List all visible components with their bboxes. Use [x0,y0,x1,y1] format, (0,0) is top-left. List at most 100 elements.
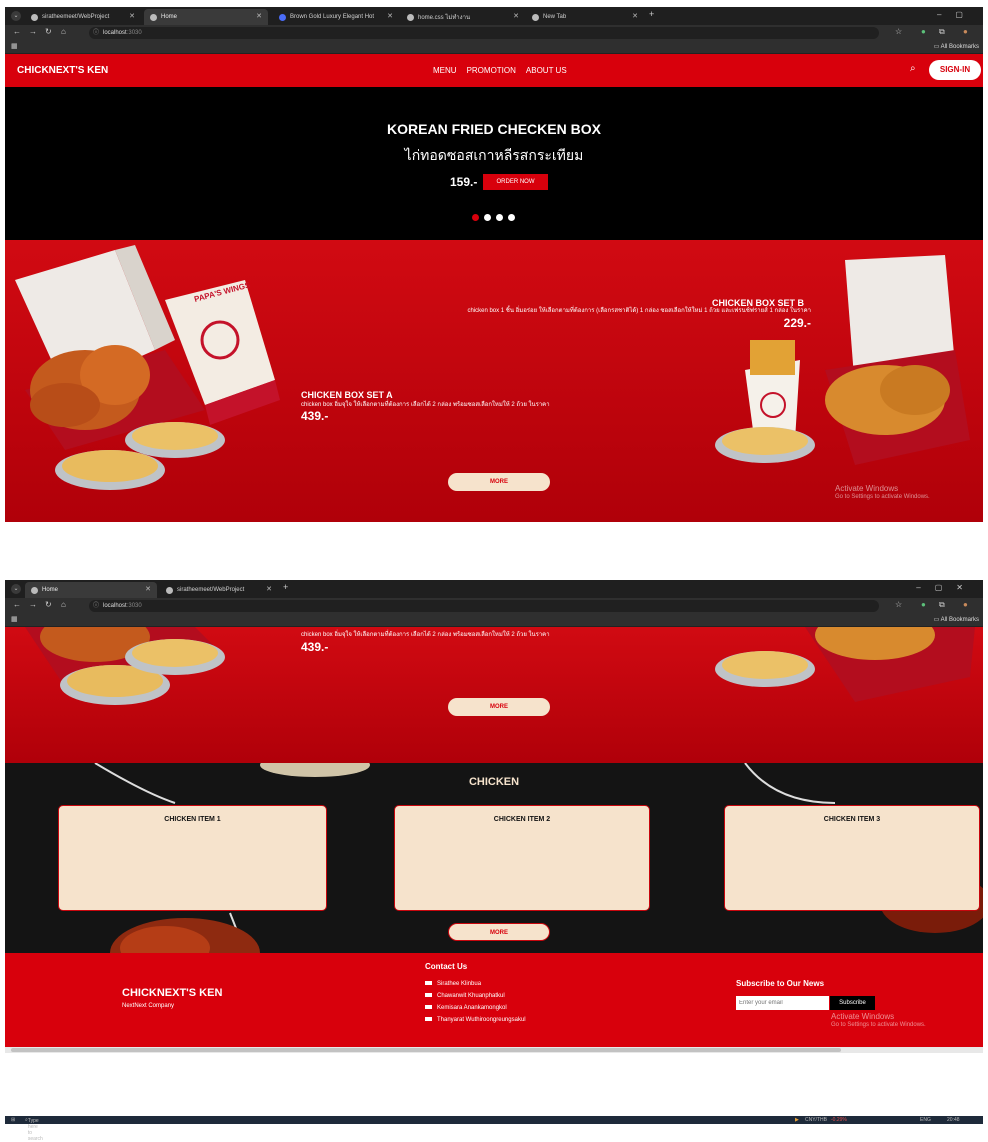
set-b-desc: chicken box 1 ชิ้น อิ่มอร่อย ให้เลือกตาม… [361,308,811,331]
clock[interactable]: 20:48 [947,1117,960,1123]
window-controls[interactable]: –▢ [937,10,977,19]
url-bar[interactable]: ⓘ localhost:3030 [89,600,879,612]
chicken-item-card-1[interactable]: CHICKEN ITEM 1 [58,805,327,911]
ticker-change: -0.29% [831,1117,847,1123]
contact-item: Kemisara Anankamongkol [425,1002,526,1014]
set-a-price: 439.- [301,639,329,654]
set-a-block: chicken box อิ่มจุใจ ให้เลือกตามที่ต้องก… [301,632,661,655]
window-controls[interactable]: –▢✕ [916,583,977,592]
promo-more-button[interactable]: MORE [448,473,550,491]
profile-avatar-icon[interactable]: ● [963,27,968,36]
star-icon[interactable]: ☆ [895,600,902,609]
close-icon[interactable]: ✕ [632,12,638,20]
set-a-desc: chicken box อิ่มจุใจ ให้เลือกตามที่ต้องก… [301,401,550,408]
carousel-dot[interactable] [484,214,491,221]
carousel-dot[interactable] [496,214,503,221]
tab-newtab[interactable]: New Tab ✕ [526,9,644,25]
tab-strip: ⌄ Home ✕ siratheemeet/WebProject ✕ + –▢✕ [5,580,983,598]
chicken-item-card-3[interactable]: CHICKEN ITEM 3 [724,805,980,911]
reload-icon[interactable]: ↻ [45,27,52,36]
ticker-label: CNY/THB [805,1117,827,1123]
forward-icon[interactable]: → [29,27,37,36]
new-tab-icon[interactable]: + [649,9,654,19]
site-info-icon[interactable]: ⓘ [93,600,99,612]
close-icon[interactable]: ✕ [145,585,151,593]
menu-item-menu[interactable]: MENU [433,66,457,75]
site-brand[interactable]: CHICKNEXT'S KEN [17,65,108,76]
close-icon[interactable]: ✕ [266,585,272,593]
hero-banner: KOREAN FRIED CHECKEN BOX ไก่ทอดซอสเกาหลี… [5,87,983,240]
forward-icon[interactable]: → [29,600,37,609]
chicken-box-set-b-image [715,255,970,465]
promo-section-scrolled: chicken box อิ่มจุใจ ให้เลือกตามที่ต้องก… [5,627,983,763]
tab-home[interactable]: Home ✕ [25,582,157,598]
home-icon[interactable]: ⌂ [61,600,66,609]
search-icon[interactable]: ⌕ [910,63,916,74]
apps-grid-icon[interactable]: ▦ [11,615,18,623]
site-footer: CHICKNEXT'S KEN NextNext Company Contact… [5,953,983,1053]
tab-canva[interactable]: Brown Gold Luxury Elegant Hot ✕ [273,9,399,25]
profile-avatar-icon[interactable]: ● [963,600,968,609]
tab-strip: ⌄ siratheemeet/WebProject ✕ Home ✕ Brown… [5,7,983,25]
chrome-icon [532,13,539,21]
tab-homecss[interactable]: home.css ไม่ทำงาน ✕ [401,9,525,25]
newsletter-email-input[interactable] [736,996,829,1010]
extensions-puzzle-icon[interactable]: ⧉ [939,600,945,610]
order-now-button[interactable]: ORDER NOW [483,174,548,190]
globe-icon [31,586,38,594]
extensions-puzzle-icon[interactable]: ⧉ [939,27,945,37]
page-icon [407,13,414,21]
back-icon[interactable]: ← [13,600,21,609]
carousel-dot[interactable] [472,214,479,221]
bookmarks-bar: ▦ ▭ All Bookmarks [5,41,983,54]
new-tab-icon[interactable]: + [283,582,288,592]
chicken-box-set-a-image: PAPA'S WINGS [15,245,280,490]
contact-item: Sirathee Klinbua [425,978,526,990]
language-indicator[interactable]: ENG [920,1117,931,1123]
menu-item-about[interactable]: ABOUT US [526,66,567,75]
back-icon[interactable]: ← [13,27,21,36]
tab-search-icon[interactable]: ⌄ [11,11,21,21]
subscribe-button[interactable]: Subscribe [830,996,875,1010]
extension-icon[interactable]: ● [921,27,926,36]
reload-icon[interactable]: ↻ [45,600,52,609]
newsletter-title: Subscribe to Our News [736,979,825,988]
site-info-icon[interactable]: ⓘ [93,27,99,39]
horizontal-scrollbar[interactable] [5,1047,983,1053]
chicken-box-set-b-image [715,627,975,702]
promo-section: PAPA'S WINGS CHICKEN BOX SET B chicken b… [5,240,983,522]
signin-button[interactable]: SIGN-IN [929,60,981,80]
url-bar[interactable]: ⓘ localhost:3030 [89,27,879,39]
address-bar-row: ← → ↻ ⌂ ⓘ localhost:3030 ☆ ● ⧉ ● [5,25,983,41]
windows-start-icon[interactable]: ⊞ [11,1117,15,1123]
all-bookmarks[interactable]: ▭ All Bookmarks [934,616,979,623]
chicken-more-button[interactable]: MORE [448,923,550,941]
tab-home[interactable]: Home ✕ [144,9,268,25]
star-icon[interactable]: ☆ [895,27,902,36]
home-icon[interactable]: ⌂ [61,27,66,36]
site-header: CHICKNEXT'S KEN MENU PROMOTION ABOUT US … [5,54,983,87]
menu-item-promotion[interactable]: PROMOTION [467,66,516,75]
contact-list: Sirathee Klinbua Chawanwit Khuanphatkul … [425,978,526,1026]
taskbar-search[interactable]: ⌕ Type here to search [25,1117,43,1142]
hero-title: KOREAN FRIED CHECKEN BOX [387,121,601,137]
tab-github[interactable]: siratheemeet/WebProject ✕ [25,9,141,25]
activate-windows-watermark: Activate Windows Go to Settings to activ… [831,1012,926,1028]
contact-item: Chawanwit Khuanphatkul [425,990,526,1002]
tab-search-icon[interactable]: ⌄ [11,584,21,594]
promo-more-button[interactable]: MORE [448,698,550,716]
all-bookmarks[interactable]: ▭ All Bookmarks [934,43,979,50]
tab-github[interactable]: siratheemeet/WebProject ✕ [160,582,278,598]
apps-grid-icon[interactable]: ▦ [11,42,18,50]
extension-icon[interactable]: ● [921,600,926,609]
chicken-item-card-2[interactable]: CHICKEN ITEM 2 [394,805,650,911]
close-icon[interactable]: ✕ [129,12,135,20]
canva-icon [279,13,286,21]
close-icon[interactable]: ✕ [513,12,519,20]
carousel-dot[interactable] [508,214,515,221]
close-icon[interactable]: ✕ [256,12,262,20]
close-icon[interactable]: ✕ [387,12,393,20]
carousel-dots [472,214,515,221]
browser-window-2: ⌄ Home ✕ siratheemeet/WebProject ✕ + –▢✕… [5,580,983,1116]
set-a-price: 439.- [301,409,329,424]
